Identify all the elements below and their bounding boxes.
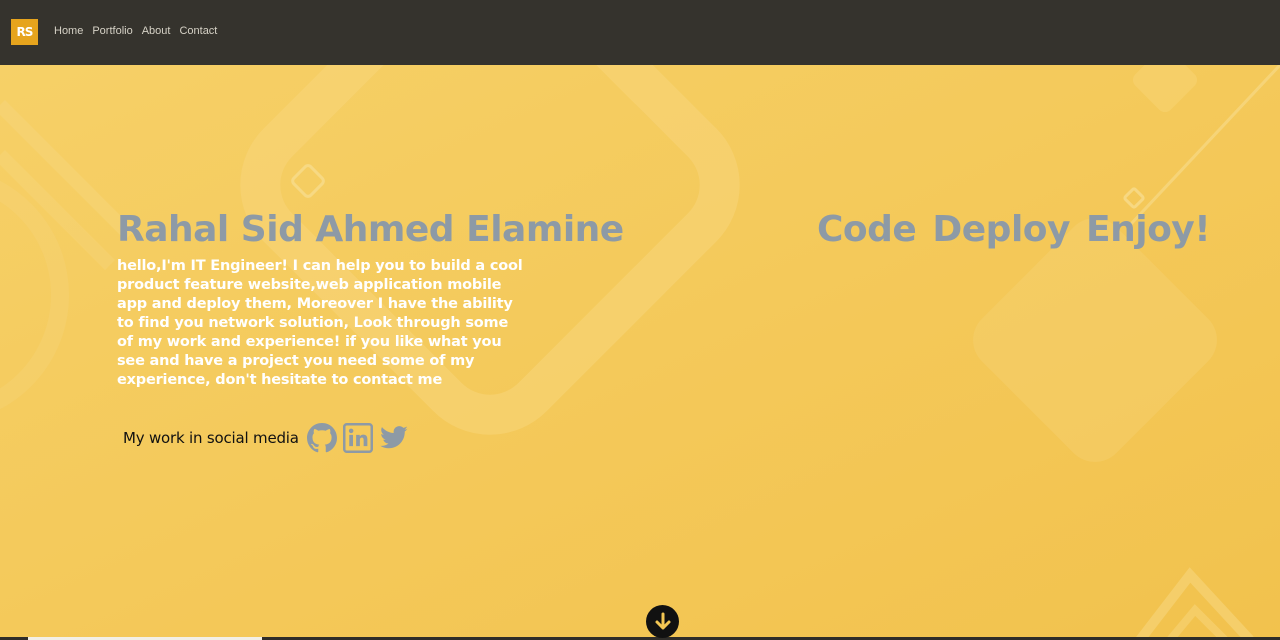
nav-link-home[interactable]: Home (54, 25, 83, 37)
arrow-down-icon[interactable] (646, 605, 679, 638)
twitter-icon[interactable] (379, 423, 409, 453)
hero-bio: hello,I'm IT Engineer! I can help you to… (117, 258, 523, 388)
nav-link-portfolio[interactable]: Portfolio (92, 25, 132, 37)
hero-tagline: Code Deploy Enjoy! (817, 209, 1211, 250)
navbar: RS Home Portfolio About Contact (0, 0, 1280, 65)
hero-name: Rahal Sid Ahmed Elamine (117, 209, 624, 250)
github-icon[interactable] (306, 423, 337, 453)
social-links: My work in social media (123, 423, 415, 453)
nav-menu: Home Portfolio About Contact (54, 25, 226, 37)
linkedin-icon[interactable] (342, 423, 373, 453)
hero-section: Rahal Sid Ahmed Elamine Code Deploy Enjo… (0, 65, 1280, 640)
social-label: My work in social media (123, 429, 299, 447)
nav-link-about[interactable]: About (142, 25, 171, 37)
nav-link-contact[interactable]: Contact (179, 25, 217, 37)
logo[interactable]: RS (11, 19, 38, 45)
